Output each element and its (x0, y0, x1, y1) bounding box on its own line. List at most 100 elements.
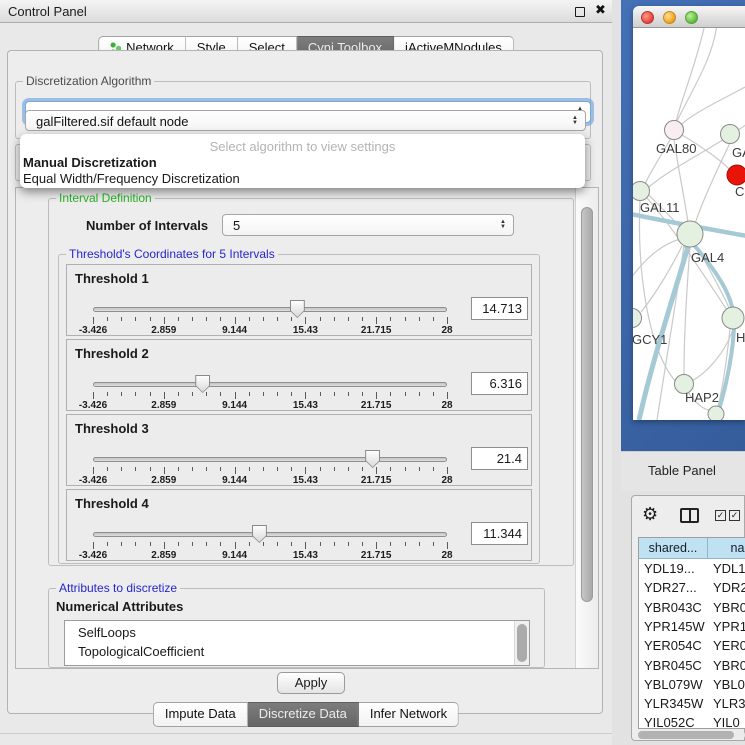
slider-tick-label: 21.715 (346, 550, 406, 561)
table-panel-header[interactable]: Table Panel (621, 451, 745, 491)
table-row[interactable]: YIL052CYIL0 (639, 713, 745, 729)
table-row[interactable]: YDR27...YDR2 (639, 578, 745, 597)
slider-tick (235, 542, 236, 549)
zoom-traffic-light[interactable] (685, 11, 698, 24)
slider-tick (249, 542, 250, 546)
slider-tick (362, 317, 363, 321)
slider-tick (121, 542, 122, 546)
slider-tick (150, 542, 151, 546)
slider-tick (107, 542, 108, 546)
float-window-icon[interactable] (575, 7, 585, 17)
panel-scrollbar-thumb[interactable] (581, 207, 593, 602)
tab-infer-network-label: Infer Network (370, 706, 447, 722)
table-row[interactable]: YBL079WYBL0 (639, 675, 745, 694)
number-of-intervals-value: 5 (233, 217, 240, 234)
threshold-value-field[interactable]: 21.4 (471, 447, 528, 470)
table-header-shared-name[interactable]: shared... (639, 538, 708, 559)
dropdown-item-manual-discretization[interactable]: Manual Discretization (23, 155, 157, 170)
slider-tick (206, 317, 207, 321)
checkbox-icon[interactable] (715, 510, 726, 521)
network-node[interactable] (708, 406, 724, 420)
network-window-titlebar[interactable] (633, 6, 745, 28)
slider-tick (150, 317, 151, 321)
slider-tick (235, 392, 236, 399)
threshold-value-field[interactable]: 14.713 (471, 297, 528, 320)
table-row[interactable]: YBR043CYBR0 (639, 598, 745, 617)
slider-thumb[interactable] (365, 450, 380, 468)
network-node[interactable] (722, 307, 744, 329)
dropdown-prompt: Select algorithm to view settings (20, 139, 585, 154)
attribute-item-betweennesscentrality[interactable]: BetweennessCentrality (78, 661, 211, 666)
slider-tick-label: 21.715 (346, 325, 406, 336)
slider-thumb[interactable] (290, 300, 305, 318)
table-data-combobox[interactable]: galFiltered.sif default node (25, 110, 586, 131)
table-row[interactable]: YLR345WYLR3 (639, 694, 745, 713)
apply-button[interactable]: Apply (277, 672, 345, 694)
tab-discretize-data[interactable]: Discretize Data (248, 702, 359, 727)
table-header-name[interactable]: na (708, 538, 745, 559)
table-row[interactable]: YER054CYER0 (639, 636, 745, 655)
panel-scrollbar-track[interactable] (575, 188, 598, 668)
network-canvas[interactable]: GAL80GACGAL11GAL4GCY1HHAP2 (633, 28, 745, 420)
combo-stepper-icon (570, 112, 580, 130)
network-node[interactable] (721, 125, 740, 144)
table-hscrollbar-thumb[interactable] (638, 731, 734, 739)
network-node-label-gcy1: GCY1 (633, 332, 667, 347)
attributes-group-title: Attributes to discretize (56, 581, 180, 595)
tab-impute-data[interactable]: Impute Data (153, 702, 248, 727)
threshold-value-field[interactable]: 6.316 (471, 372, 528, 395)
network-graph[interactable]: GAL80GACGAL11GAL4GCY1HHAP2 (633, 28, 745, 420)
network-node[interactable] (677, 221, 703, 247)
attributes-scrollbar[interactable] (514, 621, 529, 665)
slider-thumb[interactable] (195, 375, 210, 393)
network-edge[interactable] (676, 28, 717, 123)
tab-infer-network[interactable]: Infer Network (359, 702, 459, 727)
close-icon[interactable] (595, 2, 606, 18)
network-node[interactable] (633, 309, 642, 328)
network-node[interactable] (665, 121, 684, 140)
slider-tick (348, 392, 349, 396)
tab-impute-data-label: Impute Data (165, 706, 236, 722)
table-row[interactable]: YBR045CYBR0 (639, 656, 745, 675)
network-edge[interactable] (681, 86, 745, 125)
checkbox-icon[interactable] (729, 510, 740, 521)
threshold-label: Threshold 1 (75, 271, 149, 286)
slider-tick-label: 28 (417, 325, 477, 336)
network-edge[interactable] (684, 247, 690, 375)
close-traffic-light[interactable] (641, 11, 654, 24)
slider-track[interactable] (93, 457, 447, 462)
threshold-panel-3: Threshold 3-3.4262.8599.14415.4321.71528… (66, 414, 532, 486)
slider-thumb[interactable] (252, 525, 267, 543)
attribute-item-topologicalcoefficient[interactable]: TopologicalCoefficient (78, 642, 204, 661)
split-columns-icon[interactable] (680, 508, 699, 523)
threshold-value-field[interactable]: 11.344 (471, 522, 528, 545)
dropdown-item-equal-width-frequency[interactable]: Equal Width/Frequency Discretization (23, 171, 240, 186)
slider-tick (178, 392, 179, 396)
network-node[interactable] (727, 165, 745, 185)
numerical-attributes-list[interactable]: SelfLoopsTopologicalCoefficientBetweenne… (64, 620, 530, 666)
attribute-item-selfloops[interactable]: SelfLoops (78, 623, 136, 642)
window-title: Control Panel (8, 4, 87, 19)
slider-tick (305, 392, 306, 399)
slider-tick (135, 467, 136, 471)
minimize-traffic-light[interactable] (663, 11, 676, 24)
network-view-window[interactable]: GAL80GACGAL11GAL4GCY1HHAP2 (633, 6, 745, 420)
slider-track[interactable] (93, 307, 447, 312)
attributes-scrollbar-thumb[interactable] (517, 624, 527, 662)
gear-icon[interactable] (642, 505, 658, 523)
table-row[interactable]: YPR145WYPR1 (639, 617, 745, 636)
node-table[interactable]: shared...naYDL19...YDL1YDR27...YDR2YBR04… (638, 537, 745, 729)
number-of-intervals-combobox[interactable]: 5 (222, 214, 514, 236)
slider-tick-label: -3.426 (63, 550, 123, 561)
slider-tick (419, 392, 420, 396)
slider-tick-label: 15.43 (275, 550, 335, 561)
table-row[interactable]: YDL19...YDL1 (639, 559, 745, 578)
table-cell: YIL052C (644, 713, 695, 729)
table-hscrollbar[interactable] (637, 730, 745, 740)
slider-track[interactable] (93, 532, 447, 537)
slider-track[interactable] (93, 382, 447, 387)
network-node[interactable] (633, 182, 650, 201)
slider-tick (206, 542, 207, 546)
control-panel-titlebar[interactable]: Control Panel (0, 0, 612, 23)
slider-tick-label: -3.426 (63, 400, 123, 411)
